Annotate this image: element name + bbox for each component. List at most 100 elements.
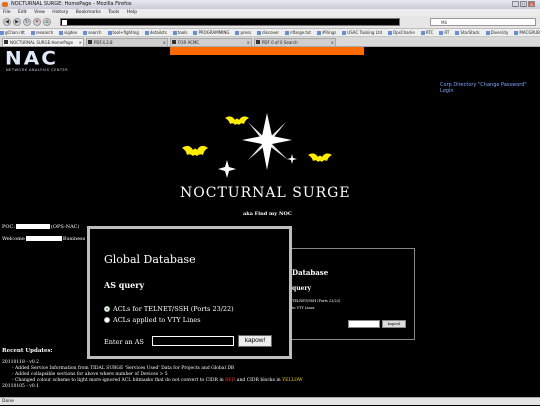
bookmark-item[interactable]: RT — [439, 29, 449, 36]
bookmark-icon — [30, 31, 35, 35]
as-input-label: Enter an AS — [104, 338, 144, 346]
tab-pdf[interactable]: PDF.4.2.8 × — [86, 38, 168, 46]
update-red: RED — [225, 378, 236, 383]
option-vty-lines[interactable]: ACLs applied to VTY Lines — [104, 316, 201, 324]
option-label: ACLs applied to VTY Lines — [113, 316, 201, 324]
tab-favicon — [256, 40, 260, 44]
url-bar[interactable] — [60, 18, 400, 26]
bookmark-item[interactable]: detailsts — [144, 29, 167, 36]
tab-label: PDF.4.2.8 — [94, 40, 113, 45]
tagline: aka Find my NOC — [243, 211, 292, 217]
menu-help[interactable]: Help — [127, 10, 137, 15]
search-input[interactable]: Mb — [430, 18, 536, 26]
bookmark-item[interactable]: StarStack — [455, 29, 480, 36]
radio-unselected[interactable] — [104, 317, 110, 323]
close-tab-icon[interactable]: × — [163, 39, 166, 46]
bookmark-item[interactable]: sigdev — [59, 29, 77, 36]
brand-title: NOCTURNAL SURGE — [180, 185, 351, 201]
bookmark-icon — [285, 31, 290, 35]
bookmark-item[interactable]: press — [235, 29, 251, 36]
bookmark-item[interactable]: MACGRUBER — [514, 29, 540, 36]
bookmark-item[interactable]: RTC — [420, 29, 434, 36]
minimize-button[interactable]: _ — [512, 1, 519, 7]
bookmark-item[interactable]: Diversity — [485, 29, 508, 36]
menu-file[interactable]: File — [3, 10, 11, 15]
update-text: and CIDR blocks in — [235, 378, 283, 383]
bookmark-item[interactable]: tools — [172, 29, 187, 36]
panel-option-1: TELNET/SSH (Ports 23/22) — [292, 299, 341, 303]
tab-for-acmc[interactable]: FOR ACMC × — [170, 38, 252, 46]
bookmark-label: research — [35, 30, 54, 35]
close-button[interactable]: x — [528, 1, 535, 7]
bookmark-icon — [316, 31, 321, 35]
close-tab-icon[interactable]: × — [247, 39, 250, 46]
nac-logo: NAC — [5, 46, 58, 70]
bat-icon — [225, 116, 249, 125]
bookmark-label: press — [240, 30, 252, 35]
kapow-button[interactable]: kapow! — [238, 335, 272, 347]
bookmark-icon — [257, 31, 262, 35]
redaction-block — [15, 224, 50, 229]
tab-nocturnal-surge[interactable]: NOCTURNAL SURGE:HomePage × — [2, 38, 84, 46]
close-tab-icon[interactable]: × — [79, 39, 82, 46]
bookmark-label: gChan.rdt — [5, 30, 25, 35]
bookmark-label: RTC — [425, 30, 434, 35]
bookmark-item[interactable]: gChan.rdt — [0, 29, 25, 36]
redaction-block — [25, 236, 62, 241]
bookmark-label: MACGRUBER — [519, 30, 540, 35]
welcome-label: Welcome — [2, 236, 25, 242]
bookmark-icon — [107, 31, 112, 35]
stop-icon[interactable]: ✕ — [33, 18, 41, 26]
poc-label: POC: — [2, 224, 15, 230]
bookmark-item[interactable]: search — [83, 29, 102, 36]
update-date: 20110105 - v0.1 — [2, 384, 39, 389]
bookmark-icon — [455, 31, 460, 35]
option-label: ACLs for TELNET/SSH (Ports 23/22) — [113, 305, 234, 313]
brand-artwork — [182, 113, 332, 178]
back-icon[interactable]: ◀ — [3, 18, 11, 26]
bookmark-label: OpsCharlie — [393, 30, 415, 35]
bat-icon — [182, 145, 208, 156]
menu-bookmarks[interactable]: Bookmarks — [76, 10, 101, 15]
bookmark-icon — [485, 31, 490, 35]
poc-org: (OPS-NAC) — [50, 224, 80, 230]
menu-tools[interactable]: Tools — [108, 10, 119, 15]
panel-select[interactable] — [348, 320, 380, 328]
bookmark-label: search — [88, 30, 102, 35]
bookmark-label: tool+fighting — [112, 30, 139, 35]
bookmark-item[interactable]: tool+fighting — [107, 29, 139, 36]
bookmark-item[interactable]: #Rings — [316, 29, 337, 36]
radio-selected[interactable] — [104, 306, 110, 312]
site-favicon — [62, 20, 67, 25]
welcome-line: Welcome Business Un — [2, 236, 94, 242]
dialog-subtitle: AS query — [104, 280, 145, 290]
as-input[interactable] — [152, 336, 234, 346]
background-query-panel: Database query TELNET/SSH (Ports 23/22) … — [285, 248, 415, 340]
maximize-button[interactable]: □ — [520, 1, 527, 7]
menu-view[interactable]: View — [34, 10, 45, 15]
bookmark-item[interactable]: USAC Tasking Ltd — [342, 29, 382, 36]
option-telnet-ssh[interactable]: ACLs for TELNET/SSH (Ports 23/22) — [104, 305, 234, 313]
window-title: NOCTURNAL SURGE: HomePage - Mozilla Fire… — [11, 1, 132, 7]
bookmark-item[interactable]: research — [30, 29, 54, 36]
tab-pdf-search[interactable]: PDF 0 of 0 Search × — [254, 38, 336, 46]
bookmark-item[interactable]: OpsCharlie — [388, 29, 415, 36]
bookmark-label: RT — [444, 30, 450, 35]
update-text: - Changed colour scheme to light more-ig… — [12, 378, 226, 383]
home-icon[interactable]: ⌂ — [43, 18, 51, 26]
bookmark-item[interactable]: nflarge.txt — [285, 29, 311, 36]
panel-heading: Database — [292, 268, 329, 277]
bookmark-item[interactable]: PROGRAMMING — [193, 29, 229, 36]
bookmark-label: #Rings — [321, 30, 337, 35]
panel-kapow-button[interactable]: kapowl — [382, 320, 406, 328]
close-tab-icon[interactable]: × — [331, 39, 334, 46]
menu-edit[interactable]: Edit — [18, 10, 27, 15]
update-yellow: YELLOW — [282, 378, 303, 383]
bookmark-item[interactable]: discover — [257, 29, 279, 36]
reload-icon[interactable]: ↻ — [23, 18, 31, 26]
menu-history[interactable]: History — [52, 10, 68, 15]
status-bar: Done — [0, 397, 540, 405]
forward-icon[interactable]: ▶ — [13, 18, 21, 26]
tab-bar: NOCTURNAL SURGE:HomePage × PDF.4.2.8 × FOR… — [0, 37, 540, 47]
header-links[interactable]: Corp Directory "Change Password" Login — [440, 82, 540, 94]
